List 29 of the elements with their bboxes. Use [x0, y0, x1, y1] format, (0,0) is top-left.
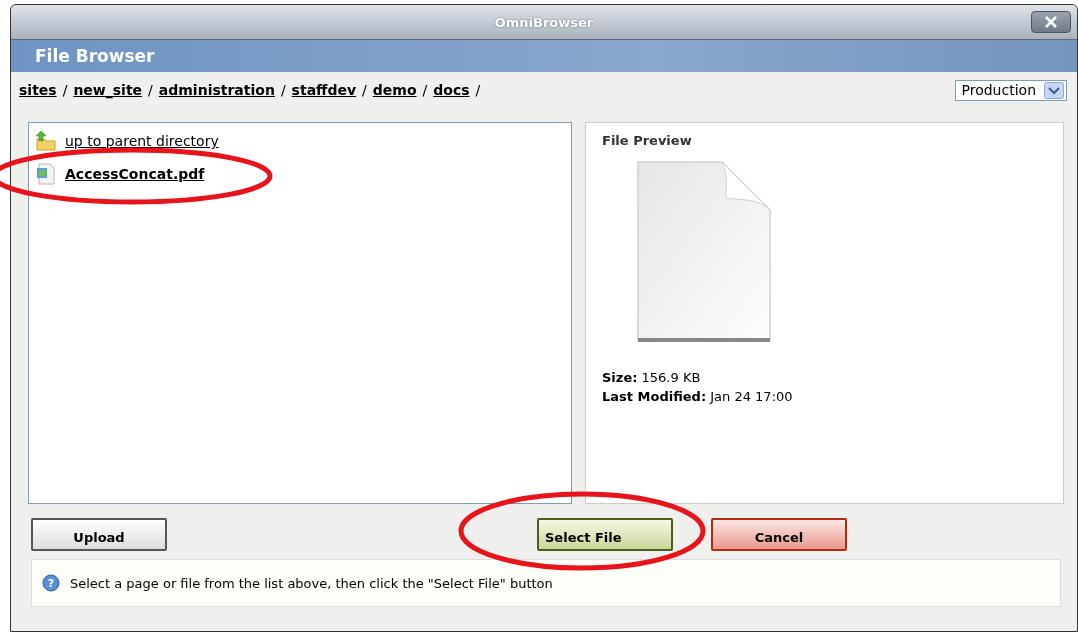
file-icon [35, 163, 57, 185]
close-button[interactable] [1031, 11, 1071, 33]
file-modified: Last Modified: Jan 24 17:00 [602, 388, 794, 406]
help-icon: ? [42, 574, 60, 592]
close-icon [1044, 16, 1058, 28]
window-title: OmniBrowser [494, 14, 594, 30]
breadcrumb-link[interactable]: staffdev [291, 82, 357, 98]
breadcrumb-separator: / [475, 82, 481, 98]
parent-folder-icon [35, 131, 57, 151]
file-link[interactable]: AccessConcat.pdf [65, 166, 205, 182]
header-title: File Browser [35, 46, 155, 66]
breadcrumb-link[interactable]: demo [372, 82, 417, 98]
breadcrumb-separator: / [148, 82, 153, 98]
breadcrumb-link[interactable]: docs [433, 82, 470, 98]
breadcrumb-link[interactable]: new_site [73, 82, 143, 98]
file-size: Size: 156.9 KB [602, 369, 702, 387]
breadcrumb-separator: / [422, 82, 428, 98]
breadcrumb-separator: / [362, 82, 367, 98]
breadcrumb-separator: / [62, 82, 68, 98]
select-file-button[interactable]: Select File [537, 517, 673, 551]
cancel-button[interactable]: Cancel [711, 517, 847, 551]
preview-title: File Preview [602, 133, 693, 148]
breadcrumb-link[interactable]: administration [158, 82, 275, 98]
hint-text: Select a page or file from the list above, then click the "Select File" button [70, 575, 553, 591]
upload-button[interactable]: Upload [31, 517, 167, 551]
breadcrumb-separator: / [280, 82, 286, 98]
breadcrumb-link[interactable]: sites [19, 82, 57, 98]
environment-dropdown[interactable]: Production [954, 79, 1067, 101]
file-link[interactable]: up to parent directory [65, 133, 219, 149]
